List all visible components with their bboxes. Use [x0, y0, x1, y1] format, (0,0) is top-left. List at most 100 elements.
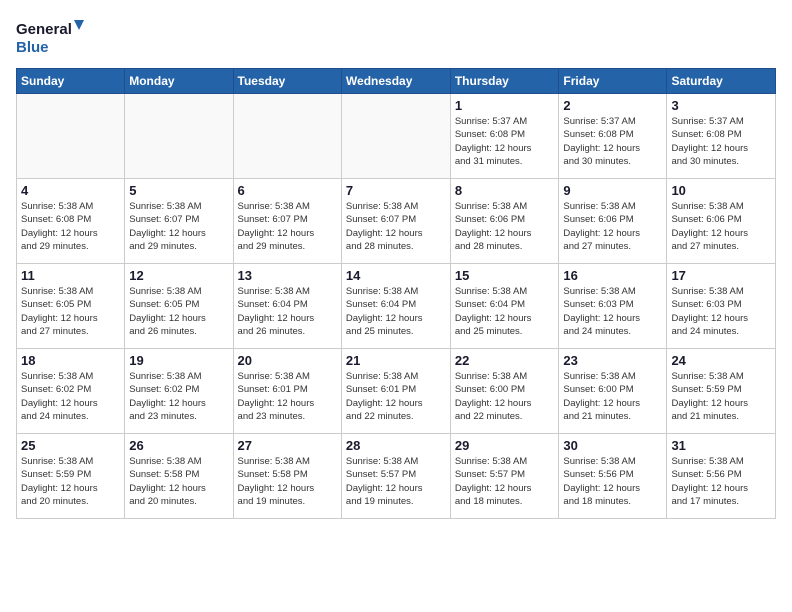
day-number: 20	[238, 353, 337, 368]
weekday-header-row: SundayMondayTuesdayWednesdayThursdayFrid…	[17, 69, 776, 94]
week-row-4: 18 Sunrise: 5:38 AM Sunset: 6:02 PM Dayli…	[17, 349, 776, 434]
day-number: 2	[563, 98, 662, 113]
day-info: Sunrise: 5:38 AM Sunset: 6:04 PM Dayligh…	[238, 285, 337, 338]
calendar-cell: 18 Sunrise: 5:38 AM Sunset: 6:02 PM Dayli…	[17, 349, 125, 434]
week-row-1: 1 Sunrise: 5:37 AM Sunset: 6:08 PM Daylig…	[17, 94, 776, 179]
calendar-cell: 14Sunrise: 5:38 AM Sunset: 6:04 PM Dayli…	[341, 264, 450, 349]
calendar-cell: 9Sunrise: 5:38 AM Sunset: 6:06 PM Daylig…	[559, 179, 667, 264]
day-number: 10	[671, 183, 771, 198]
day-number: 30	[563, 438, 662, 453]
calendar-cell: 27 Sunrise: 5:38 AM Sunset: 5:58 PM Dayli…	[233, 434, 341, 519]
weekday-header-wednesday: Wednesday	[341, 69, 450, 94]
day-info: Sunrise: 5:38 AM Sunset: 6:06 PM Dayligh…	[455, 200, 555, 253]
calendar-cell: 30 Sunrise: 5:38 AM Sunset: 5:56 PM Dayli…	[559, 434, 667, 519]
day-number: 29	[455, 438, 555, 453]
day-number: 26	[129, 438, 228, 453]
weekday-header-thursday: Thursday	[450, 69, 559, 94]
calendar-cell: 31 Sunrise: 5:38 AM Sunset: 5:56 PM Dayli…	[667, 434, 776, 519]
day-info: Sunrise: 5:38 AM Sunset: 6:02 PM Dayligh…	[21, 370, 120, 423]
calendar-cell: 28 Sunrise: 5:38 AM Sunset: 5:57 PM Dayli…	[341, 434, 450, 519]
day-number: 4	[21, 183, 120, 198]
calendar-cell: 15 Sunrise: 5:38 AM Sunset: 6:04 PM Dayli…	[450, 264, 559, 349]
calendar-cell: 22Sunrise: 5:38 AM Sunset: 6:00 PM Dayli…	[450, 349, 559, 434]
day-info: Sunrise: 5:38 AM Sunset: 5:57 PM Dayligh…	[455, 455, 555, 508]
day-info: Sunrise: 5:37 AM Sunset: 6:08 PM Dayligh…	[455, 115, 555, 168]
day-number: 15	[455, 268, 555, 283]
calendar-cell: 1 Sunrise: 5:37 AM Sunset: 6:08 PM Daylig…	[450, 94, 559, 179]
day-number: 11	[21, 268, 120, 283]
day-info: Sunrise: 5:38 AM Sunset: 6:07 PM Dayligh…	[129, 200, 228, 253]
day-number: 7	[346, 183, 446, 198]
day-number: 21	[346, 353, 446, 368]
day-info: Sunrise: 5:38 AM Sunset: 6:01 PM Dayligh…	[346, 370, 446, 423]
calendar-cell: 17 Sunrise: 5:38 AM Sunset: 6:03 PM Dayli…	[667, 264, 776, 349]
calendar-cell: 11 Sunrise: 5:38 AM Sunset: 6:05 PM Dayli…	[17, 264, 125, 349]
calendar-cell: 23 Sunrise: 5:38 AM Sunset: 6:00 PM Dayli…	[559, 349, 667, 434]
day-number: 28	[346, 438, 446, 453]
day-info: Sunrise: 5:38 AM Sunset: 6:07 PM Dayligh…	[238, 200, 337, 253]
day-info: Sunrise: 5:38 AM Sunset: 6:03 PM Dayligh…	[671, 285, 771, 338]
calendar-cell: 8 Sunrise: 5:38 AM Sunset: 6:06 PM Daylig…	[450, 179, 559, 264]
calendar-cell: 29 Sunrise: 5:38 AM Sunset: 5:57 PM Dayli…	[450, 434, 559, 519]
calendar-cell: 3 Sunrise: 5:37 AM Sunset: 6:08 PM Daylig…	[667, 94, 776, 179]
calendar-cell: 24 Sunrise: 5:38 AM Sunset: 5:59 PM Dayli…	[667, 349, 776, 434]
calendar-cell: 6 Sunrise: 5:38 AM Sunset: 6:07 PM Daylig…	[233, 179, 341, 264]
day-number: 27	[238, 438, 337, 453]
day-info: Sunrise: 5:38 AM Sunset: 6:06 PM Dayligh…	[671, 200, 771, 253]
day-number: 23	[563, 353, 662, 368]
day-number: 25	[21, 438, 120, 453]
weekday-header-monday: Monday	[125, 69, 233, 94]
weekday-header-sunday: Sunday	[17, 69, 125, 94]
day-number: 13	[238, 268, 337, 283]
weekday-header-friday: Friday	[559, 69, 667, 94]
day-number: 16	[563, 268, 662, 283]
day-info: Sunrise: 5:38 AM Sunset: 5:57 PM Dayligh…	[346, 455, 446, 508]
day-info: Sunrise: 5:38 AM Sunset: 5:59 PM Dayligh…	[671, 370, 771, 423]
page-header: General Blue	[16, 16, 776, 60]
day-number: 22	[455, 353, 555, 368]
day-info: Sunrise: 5:38 AM Sunset: 6:05 PM Dayligh…	[129, 285, 228, 338]
day-number: 1	[455, 98, 555, 113]
day-number: 18	[21, 353, 120, 368]
week-row-5: 25 Sunrise: 5:38 AM Sunset: 5:59 PM Dayli…	[17, 434, 776, 519]
calendar-cell: 21 Sunrise: 5:38 AM Sunset: 6:01 PM Dayli…	[341, 349, 450, 434]
calendar-table: SundayMondayTuesdayWednesdayThursdayFrid…	[16, 68, 776, 519]
day-info: Sunrise: 5:37 AM Sunset: 6:08 PM Dayligh…	[563, 115, 662, 168]
calendar-cell	[233, 94, 341, 179]
calendar-cell: 19 Sunrise: 5:38 AM Sunset: 6:02 PM Dayli…	[125, 349, 233, 434]
day-number: 3	[671, 98, 771, 113]
day-info: Sunrise: 5:38 AM Sunset: 6:06 PM Dayligh…	[563, 200, 662, 253]
week-row-2: 4 Sunrise: 5:38 AM Sunset: 6:08 PM Daylig…	[17, 179, 776, 264]
calendar-cell	[341, 94, 450, 179]
day-info: Sunrise: 5:38 AM Sunset: 5:59 PM Dayligh…	[21, 455, 120, 508]
day-number: 8	[455, 183, 555, 198]
calendar-cell: 26Sunrise: 5:38 AM Sunset: 5:58 PM Dayli…	[125, 434, 233, 519]
calendar-cell	[17, 94, 125, 179]
calendar-cell: 10 Sunrise: 5:38 AM Sunset: 6:06 PM Dayli…	[667, 179, 776, 264]
day-info: Sunrise: 5:38 AM Sunset: 6:02 PM Dayligh…	[129, 370, 228, 423]
day-info: Sunrise: 5:38 AM Sunset: 6:03 PM Dayligh…	[563, 285, 662, 338]
day-info: Sunrise: 5:38 AM Sunset: 6:08 PM Dayligh…	[21, 200, 120, 253]
calendar-cell: 13 Sunrise: 5:38 AM Sunset: 6:04 PM Dayli…	[233, 264, 341, 349]
day-number: 24	[671, 353, 771, 368]
calendar-cell: 7Sunrise: 5:38 AM Sunset: 6:07 PM Daylig…	[341, 179, 450, 264]
day-number: 6	[238, 183, 337, 198]
day-info: Sunrise: 5:38 AM Sunset: 6:00 PM Dayligh…	[563, 370, 662, 423]
day-info: Sunrise: 5:38 AM Sunset: 5:56 PM Dayligh…	[563, 455, 662, 508]
day-info: Sunrise: 5:37 AM Sunset: 6:08 PM Dayligh…	[671, 115, 771, 168]
calendar-cell: 2 Sunrise: 5:37 AM Sunset: 6:08 PM Daylig…	[559, 94, 667, 179]
day-number: 19	[129, 353, 228, 368]
day-number: 31	[671, 438, 771, 453]
day-info: Sunrise: 5:38 AM Sunset: 5:58 PM Dayligh…	[238, 455, 337, 508]
calendar-cell: 20Sunrise: 5:38 AM Sunset: 6:01 PM Dayli…	[233, 349, 341, 434]
weekday-header-saturday: Saturday	[667, 69, 776, 94]
day-number: 14	[346, 268, 446, 283]
day-info: Sunrise: 5:38 AM Sunset: 5:56 PM Dayligh…	[671, 455, 771, 508]
day-info: Sunrise: 5:38 AM Sunset: 6:05 PM Dayligh…	[21, 285, 120, 338]
calendar-cell: 5Sunrise: 5:38 AM Sunset: 6:07 PM Daylig…	[125, 179, 233, 264]
svg-text:Blue: Blue	[16, 39, 49, 56]
logo-svg: General Blue	[16, 16, 86, 60]
day-number: 17	[671, 268, 771, 283]
day-info: Sunrise: 5:38 AM Sunset: 6:04 PM Dayligh…	[455, 285, 555, 338]
week-row-3: 11 Sunrise: 5:38 AM Sunset: 6:05 PM Dayli…	[17, 264, 776, 349]
